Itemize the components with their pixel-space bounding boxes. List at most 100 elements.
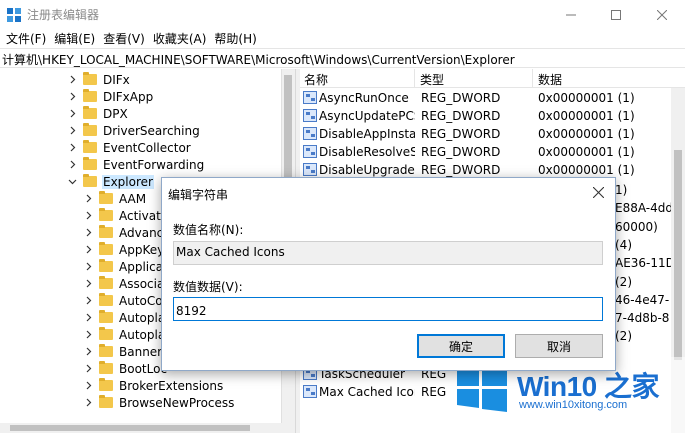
folder-icon	[83, 106, 97, 119]
folder-icon	[99, 327, 113, 340]
value-type: REG_DWORD	[421, 127, 501, 141]
list-row[interactable]: AsyncRunOnce REG_DWORD 0x00000001 (1)	[300, 89, 685, 107]
menu-file[interactable]: 文件(F)	[2, 30, 50, 48]
menu-edit[interactable]: 编辑(E)	[50, 30, 99, 48]
folder-icon	[99, 242, 113, 255]
chevron-right-icon[interactable]	[82, 275, 94, 292]
menu-favorites[interactable]: 收藏夹(A)	[149, 30, 211, 48]
value-data: (2)	[615, 329, 632, 344]
menu-bar: 文件(F) 编辑(E) 查看(V) 收藏夹(A) 帮助(H)	[0, 30, 685, 48]
reg-string-icon	[303, 385, 317, 398]
tree-item[interactable]: AppKey	[82, 241, 165, 258]
tree-hscroll-thumb[interactable]	[10, 425, 250, 431]
tree-item[interactable]: DIFxApp	[66, 88, 154, 105]
value-data: 0x00000001 (1)	[538, 109, 635, 123]
address-path[interactable]: 计算机\HKEY_LOCAL_MACHINE\SOFTWARE\Microsof…	[2, 51, 515, 68]
chevron-right-icon[interactable]	[82, 309, 94, 326]
tree-item[interactable]: Autopla	[82, 326, 166, 343]
folder-icon	[99, 208, 113, 221]
menu-view[interactable]: 查看(V)	[99, 30, 149, 48]
value-data: (2)	[615, 274, 632, 289]
tree-item-label: EventCollector	[103, 140, 191, 155]
chevron-right-icon[interactable]	[66, 139, 78, 156]
tree-item[interactable]: EventCollector	[66, 139, 192, 156]
tree-item[interactable]: AutoCor	[82, 292, 169, 309]
value-name: DisableUpgradeCleanup	[319, 163, 415, 177]
address-bar[interactable]: 计算机\HKEY_LOCAL_MACHINE\SOFTWARE\Microsof…	[0, 48, 685, 68]
cancel-button[interactable]: 取消	[515, 334, 603, 358]
tree-item[interactable]: Activate	[82, 207, 169, 224]
menu-help[interactable]: 帮助(H)	[210, 30, 260, 48]
value-type: REG_DWORD	[421, 91, 501, 105]
chevron-right-icon[interactable]	[66, 88, 78, 105]
column-separator[interactable]	[414, 69, 415, 88]
dialog-close-button[interactable]	[586, 181, 610, 203]
minimize-button[interactable]	[548, 0, 594, 30]
list-row[interactable]: DisableAppInstallsOnFirstLogon REG_DWORD 0…	[300, 125, 685, 143]
tree-item-label: BrokerExtensions	[119, 378, 224, 393]
chevron-right-icon[interactable]	[66, 122, 78, 139]
list-row[interactable]: Max Cached Icons REG	[300, 383, 449, 401]
folder-icon	[83, 174, 97, 187]
value-data-input[interactable]	[173, 297, 603, 321]
column-data[interactable]: 数据	[538, 71, 562, 88]
tree-item[interactable]: DIFx	[66, 71, 131, 88]
chevron-right-icon[interactable]	[82, 224, 94, 241]
chevron-right-icon[interactable]	[82, 377, 94, 394]
tree-item[interactable]: AAM	[82, 190, 147, 207]
list-row[interactable]: DisableResolveStoreCategories REG_DWORD 0x…	[300, 143, 685, 161]
close-button[interactable]	[639, 0, 685, 30]
watermark-url: www.win10xitong.com	[519, 399, 628, 411]
tree-item[interactable]: Applicat	[82, 258, 169, 275]
chevron-right-icon[interactable]	[82, 241, 94, 258]
reg-dword-icon	[303, 91, 317, 104]
value-name: Max Cached Icons	[319, 385, 415, 399]
value-data: E88A-4dd	[615, 201, 673, 216]
tree-item[interactable]: BrowseNewProcess	[82, 394, 235, 411]
chevron-right-icon[interactable]	[82, 360, 94, 377]
tree-item-label: Autopla	[119, 327, 166, 342]
tree-item[interactable]: BrokerExtensions	[82, 377, 224, 394]
value-name: DisableAppInstallsOnFirstLogon	[319, 127, 415, 141]
chevron-right-icon[interactable]	[82, 292, 94, 309]
value-data-label: 数值数据(V):	[173, 280, 243, 294]
ok-button[interactable]: 确定	[417, 334, 505, 358]
reg-dword-icon	[303, 145, 317, 158]
folder-icon	[99, 276, 113, 289]
tree-item[interactable]: EventForwarding	[66, 156, 205, 173]
value-data: 0x00000001 (1)	[538, 163, 635, 177]
chevron-down-icon[interactable]	[66, 173, 78, 190]
chevron-right-icon[interactable]	[82, 394, 94, 411]
window-title: 注册表编辑器	[27, 8, 100, 22]
chevron-right-icon[interactable]	[82, 190, 94, 207]
list-scroll-thumb[interactable]	[674, 150, 682, 360]
tree-item[interactable]: BannerS	[82, 343, 171, 360]
chevron-right-icon[interactable]	[66, 105, 78, 122]
edit-string-dialog: 编辑字符串 数值名称(N): Max Cached Icons 数值数据(V):…	[161, 177, 616, 371]
tree-item[interactable]: Autopla	[82, 309, 166, 326]
tree-item[interactable]: DriverSearching	[66, 122, 201, 139]
tree-item[interactable]: Explorer	[66, 173, 154, 190]
tree-item[interactable]: Associat	[82, 275, 170, 292]
tree-item[interactable]: BootLoc	[82, 360, 168, 377]
folder-icon	[99, 310, 113, 323]
value-data: 7-4d8b-8	[615, 311, 670, 326]
tree-item[interactable]: DPX	[66, 105, 129, 122]
tree-item[interactable]: Advance	[82, 224, 172, 241]
chevron-right-icon[interactable]	[82, 258, 94, 275]
maximize-button[interactable]	[593, 0, 639, 30]
value-data: 60000)	[615, 219, 658, 234]
chevron-right-icon[interactable]	[82, 343, 94, 360]
tree-item-label: Autopla	[119, 310, 166, 325]
chevron-right-icon[interactable]	[66, 156, 78, 173]
column-separator[interactable]	[532, 69, 533, 88]
chevron-right-icon[interactable]	[82, 326, 94, 343]
column-name[interactable]: 名称	[304, 71, 328, 88]
chevron-right-icon[interactable]	[82, 207, 94, 224]
column-type[interactable]: 类型	[420, 71, 444, 88]
folder-icon	[99, 395, 113, 408]
chevron-right-icon[interactable]	[66, 71, 78, 88]
value-type: REG_DWORD	[421, 145, 501, 159]
list-row[interactable]: AsyncUpdatePCSettings REG_DWORD 0x00000001…	[300, 107, 685, 125]
folder-icon	[99, 293, 113, 306]
